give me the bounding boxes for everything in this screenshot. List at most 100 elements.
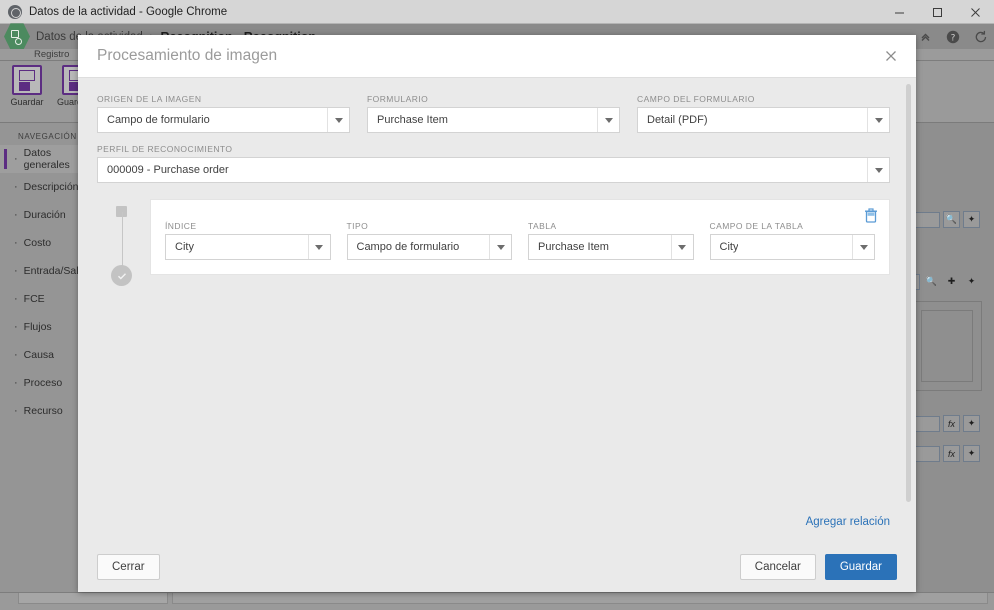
minimize-button[interactable] [880,0,918,24]
add-relation-link[interactable]: Agregar relación [806,516,890,528]
field-index: ÍNDICE City [165,221,331,260]
dialog-body: ORIGEN DE LA IMAGEN Campo de formulario … [78,77,916,542]
close-icon[interactable] [878,43,904,69]
bizagi-hex-logo [4,23,30,50]
sidebar-item-label: Causa [23,349,55,361]
field-label: PERFIL DE RECONOCIMIENTO [97,144,233,154]
statusbar-chip-right [172,593,988,604]
bullet-icon: · [14,181,18,193]
sidebar-item-label: Descripción [23,181,79,193]
timeline-check-icon [111,265,132,286]
field-image-source: ORIGEN DE LA IMAGEN Campo de formulario [97,94,350,133]
bullet-icon: · [14,321,18,333]
help-icon[interactable]: ? [946,30,960,44]
refresh-icon[interactable] [974,30,988,44]
index-select[interactable]: City [165,234,331,260]
chevron-down-icon[interactable] [307,235,330,259]
save-ribbon-button[interactable]: Guardar [4,65,50,107]
relation-timeline [97,199,150,286]
sidebar-item-label: Recurso [23,405,63,417]
field-type: TIPO Campo de formulario [346,221,512,260]
background-preview-inner [921,310,973,382]
sidebar-item-label: Duración [23,209,66,221]
field-label: FORMULARIO [367,94,429,104]
dialog-scrollbar-thumb[interactable] [906,84,911,502]
table-select[interactable]: Purchase Item [528,234,694,260]
sidebar-item-costo[interactable]: · Costo [0,229,87,257]
search-icon[interactable]: 🔍 [943,211,960,228]
dialog-header: Procesamiento de imagen [78,35,916,77]
bullet-icon: · [14,153,18,165]
window-controls [880,0,994,24]
index-value: City [175,241,194,253]
close-button[interactable] [956,0,994,24]
chevron-down-icon[interactable] [867,108,889,132]
sidebar-item-entrada-salida[interactable]: · Entrada/Salida [0,257,93,285]
bullet-icon: · [14,237,18,249]
tab-registro[interactable]: Registro [34,49,69,60]
form-select[interactable]: Purchase Item [367,107,620,133]
plus-icon[interactable]: ✚ [943,273,960,290]
magic-wand-icon[interactable]: ✦ [963,211,980,228]
recognition-profile-value: 000009 - Purchase order [107,164,229,176]
chevron-down-icon[interactable] [852,235,874,259]
sidebar-item-causa[interactable]: · Causa [0,341,87,369]
field-label: CAMPO DE LA TABLA [709,221,804,231]
sidebar-item-datos-generales[interactable]: · Datos generales [0,145,87,173]
magic-wand-icon[interactable]: ✦ [963,445,980,462]
trash-icon[interactable] [863,207,879,223]
cancel-button[interactable]: Cancelar [739,554,816,580]
relation-fields: ÍNDICE City TIPO Campo de formulario TAB… [165,221,875,260]
fx-icon[interactable]: fx [943,415,960,432]
bullet-icon: · [14,265,18,277]
search-icon[interactable]: 🔍 [923,273,940,290]
chevron-down-icon[interactable] [597,108,619,132]
app-statusbar [0,592,994,610]
relation-card: ÍNDICE City TIPO Campo de formulario TAB… [150,199,890,275]
image-source-select[interactable]: Campo de formulario [97,107,350,133]
header-icon-group: ? [919,24,988,49]
fx-icon[interactable]: fx [943,445,960,462]
maximize-button[interactable] [918,0,956,24]
dialog-scrollbar[interactable] [906,84,911,502]
svg-text:?: ? [951,33,956,43]
sidebar-item-duracion[interactable]: · Duración [0,201,87,229]
sidebar-item-label: Proceso [23,377,63,389]
table-field-select[interactable]: City [709,234,875,260]
table-value: Purchase Item [538,241,609,253]
chevron-down-icon[interactable] [327,108,349,132]
top-field-row: ORIGEN DE LA IMAGEN Campo de formulario … [97,94,890,133]
close-button[interactable]: Cerrar [97,554,160,580]
collapse-chevron-icon[interactable] [919,30,932,43]
background-preview-frame [912,301,982,391]
field-table: TABLA Purchase Item [528,221,694,260]
sidebar-item-recurso[interactable]: · Recurso [0,397,87,425]
chevron-down-icon[interactable] [867,158,889,182]
field-label: CAMPO DEL FORMULARIO [637,94,755,104]
form-field-value: Detail (PDF) [647,114,708,126]
sidebar-item-label: FCE [23,293,45,305]
save-ribbon-label: Guardar [10,97,44,107]
sidebar-item-fce[interactable]: · FCE [0,285,87,313]
form-field-select[interactable]: Detail (PDF) [637,107,890,133]
recognition-profile-select[interactable]: 000009 - Purchase order [97,157,890,183]
type-select[interactable]: Campo de formulario [346,234,512,260]
timeline-line [122,212,123,272]
field-recognition-profile: PERFIL DE RECONOCIMIENTO 000009 - Purcha… [97,144,890,183]
save-button[interactable]: Guardar [824,554,897,580]
field-form-field: CAMPO DEL FORMULARIO Detail (PDF) [637,94,890,133]
sidebar-item-flujos[interactable]: · Flujos [0,313,87,341]
magic-wand-icon[interactable]: ✦ [963,415,980,432]
bullet-icon: · [14,293,18,305]
magic-wand-icon[interactable]: ✦ [963,273,980,290]
chevron-down-icon[interactable] [670,235,693,259]
window-titlebar: Datos de la actividad - Google Chrome [0,0,994,24]
sidebar-item-proceso[interactable]: · Proceso [0,369,87,397]
field-label: TABLA [528,221,557,231]
field-label: ÍNDICE [165,221,197,231]
bullet-icon: · [14,405,18,417]
floppy-save-icon [12,65,42,95]
sidebar-item-descripcion[interactable]: · Descripción [0,173,87,201]
chevron-down-icon[interactable] [489,235,511,259]
field-form: FORMULARIO Purchase Item [367,94,620,133]
